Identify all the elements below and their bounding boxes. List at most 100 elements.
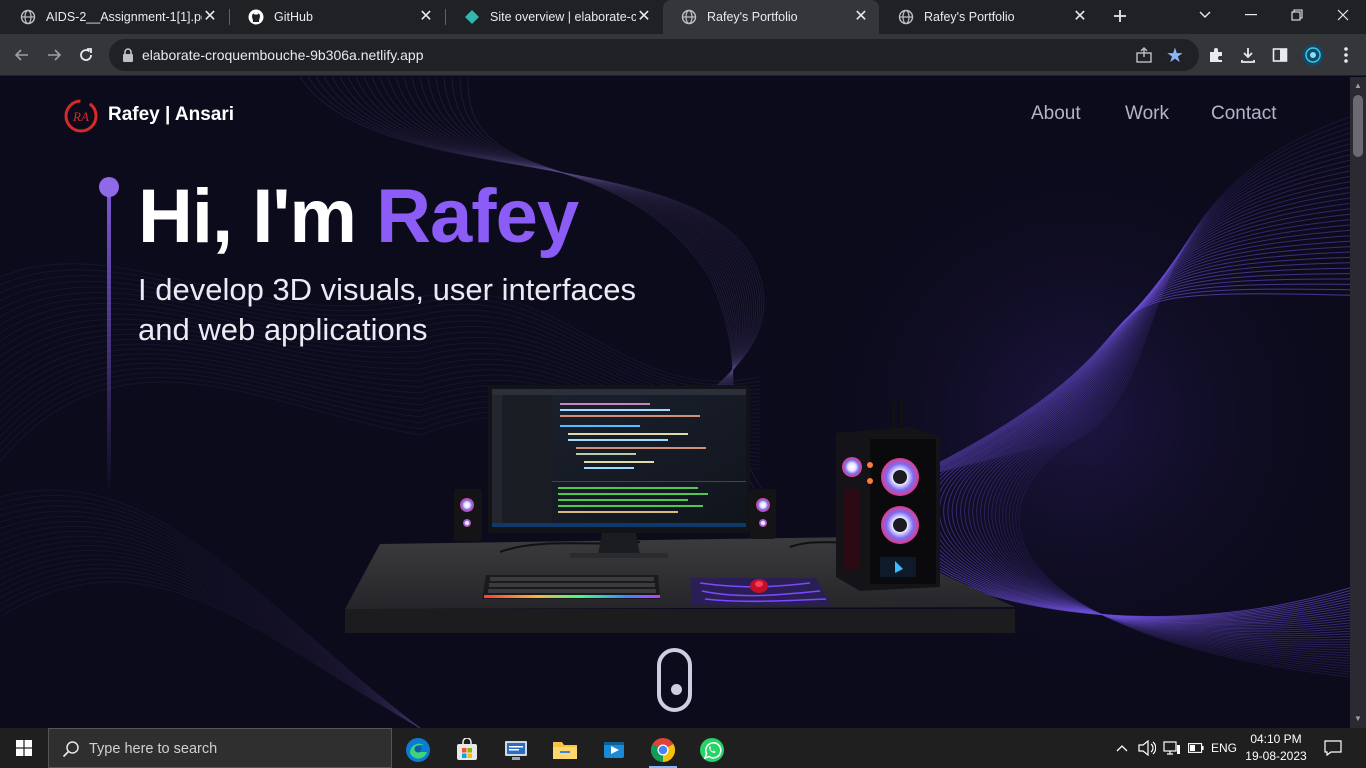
language-indicator[interactable]: ENG — [1208, 728, 1240, 768]
browser-toolbar: elaborate-croquembouche-9b306a.netlify.a… — [0, 34, 1366, 76]
window-close-button[interactable] — [1320, 0, 1366, 30]
url-text[interactable]: elaborate-croquembouche-9b306a.netlify.a… — [142, 47, 424, 63]
portfolio-page: RA Rafey | Ansari About Work Contact Hi,… — [0, 77, 1350, 728]
hero-name: Rafey — [376, 174, 579, 259]
taskbar-video-editor[interactable] — [594, 732, 634, 768]
lock-icon[interactable] — [121, 47, 135, 63]
show-hidden-icons-button[interactable] — [1112, 728, 1132, 768]
brand-name[interactable]: Rafey | Ansari — [108, 104, 234, 126]
taskbar-remote-desktop[interactable] — [496, 732, 536, 768]
chevron-up-icon — [1116, 745, 1128, 752]
taskbar-chrome[interactable] — [643, 732, 683, 768]
page-scrollbar[interactable]: ▲ ▼ — [1350, 77, 1366, 728]
globe-icon — [681, 9, 697, 25]
keyboard-rgb-strip — [484, 595, 660, 598]
tab-label: Rafey's Portfolio — [924, 10, 1015, 24]
restore-button[interactable] — [1274, 0, 1320, 30]
close-icon[interactable]: ✕ — [202, 9, 218, 25]
taskbar-edge[interactable] — [398, 732, 438, 768]
logo-text: RA — [72, 109, 89, 124]
puzzle-icon — [1210, 48, 1222, 62]
taskbar-search-input[interactable] — [89, 738, 379, 760]
address-bar[interactable]: elaborate-croquembouche-9b306a.netlify.a… — [109, 39, 1199, 71]
edge-icon — [406, 738, 430, 762]
download-icon — [1241, 48, 1255, 63]
back-button[interactable] — [9, 42, 35, 68]
profile-avatar[interactable] — [1302, 44, 1324, 66]
left-speaker — [454, 489, 482, 541]
close-icon[interactable]: ✕ — [418, 9, 434, 25]
tab-label: Rafey's Portfolio — [707, 10, 798, 24]
desk-setup-3d-scene[interactable] — [340, 377, 1030, 637]
scrollbar-thumb[interactable] — [1353, 95, 1363, 157]
scroll-up-arrow-icon[interactable]: ▲ — [1354, 82, 1362, 90]
scroll-down-arrow-icon[interactable]: ▼ — [1354, 715, 1362, 723]
notification-icon — [1324, 740, 1342, 756]
speaker-icon — [1138, 740, 1156, 756]
minimize-button[interactable] — [1228, 0, 1274, 30]
monitor-stand — [598, 533, 640, 555]
start-button[interactable] — [0, 728, 48, 768]
keyboard-keys — [488, 577, 656, 593]
tab-pdf-assignment[interactable]: AIDS-2__Assignment-1[1].pdf ✕ — [2, 0, 228, 34]
reload-icon — [80, 48, 92, 61]
taskbar-clock[interactable]: 04:10 PM 19-08-2023 — [1244, 731, 1308, 765]
battery-icon — [1188, 743, 1204, 753]
chevron-down-icon — [1199, 11, 1211, 18]
tab-github[interactable]: GitHub ✕ — [230, 0, 444, 34]
close-icon[interactable]: ✕ — [636, 9, 652, 25]
scroll-wheel-dot — [671, 684, 682, 695]
taskbar-whatsapp[interactable] — [692, 732, 732, 768]
tab-netlify-site-overview[interactable]: Site overview | elaborate-croq ✕ — [446, 0, 662, 34]
forward-button[interactable] — [41, 42, 67, 68]
globe-icon — [20, 9, 36, 25]
scroll-down-indicator[interactable] — [657, 648, 692, 712]
globe-icon — [898, 9, 914, 25]
network-icon — [1163, 741, 1180, 755]
taskbar-store[interactable] — [447, 732, 487, 768]
editor-activity-bar — [492, 395, 502, 525]
tab-rafeys-portfolio[interactable]: Rafey's Portfolio ✕ — [880, 0, 1098, 34]
tab-rafeys-portfolio-active[interactable]: Rafey's Portfolio ✕ — [663, 0, 879, 34]
nav-work[interactable]: Work — [1125, 103, 1169, 125]
hero-title: Hi, I'm Rafey — [138, 173, 579, 260]
hero-subtitle: I develop 3D visuals, user interfaces an… — [138, 272, 636, 347]
extensions-button[interactable] — [1206, 45, 1226, 65]
netlify-icon — [464, 9, 480, 25]
side-panel-button[interactable] — [1270, 45, 1290, 65]
browser-menu-button[interactable] — [1336, 45, 1356, 65]
taskbar-file-explorer[interactable] — [545, 732, 585, 768]
close-icon[interactable]: ✕ — [853, 9, 869, 25]
video-icon — [604, 742, 624, 758]
hero-greeting: Hi, I'm — [138, 174, 377, 259]
windows-taskbar: ENG 04:10 PM 19-08-2023 — [0, 728, 1366, 768]
close-icon[interactable]: ✕ — [1072, 9, 1088, 25]
bookmark-star-icon[interactable]: ★ — [1166, 43, 1184, 68]
tab-label: Site overview | elaborate-croq — [490, 10, 636, 24]
file-explorer-icon — [553, 742, 577, 759]
hero-accent-line — [107, 185, 111, 495]
nav-contact[interactable]: Contact — [1211, 103, 1276, 125]
nav-about[interactable]: About — [1031, 103, 1081, 125]
share-icon[interactable] — [1135, 46, 1153, 64]
taskbar-search-box[interactable] — [48, 728, 392, 768]
github-icon — [248, 9, 264, 25]
chrome-icon — [650, 738, 676, 762]
minimize-icon — [1245, 14, 1257, 16]
editor-sidebar — [502, 395, 552, 525]
new-tab-button[interactable] — [1108, 5, 1132, 29]
tab-label: AIDS-2__Assignment-1[1].pdf — [46, 10, 202, 24]
network-button[interactable] — [1160, 728, 1184, 768]
downloads-button[interactable] — [1238, 45, 1258, 65]
reload-button[interactable] — [73, 42, 99, 68]
notifications-button[interactable] — [1320, 728, 1346, 768]
tab-search-button[interactable] — [1182, 0, 1228, 30]
editor-titlebar — [492, 389, 746, 395]
site-logo-icon[interactable]: RA — [64, 99, 98, 133]
avatar-icon — [1302, 44, 1324, 66]
volume-button[interactable] — [1136, 728, 1158, 768]
monitor-base — [570, 553, 668, 558]
tab-label: GitHub — [274, 10, 313, 24]
battery-button[interactable] — [1186, 728, 1206, 768]
arrow-left-icon — [14, 49, 28, 61]
